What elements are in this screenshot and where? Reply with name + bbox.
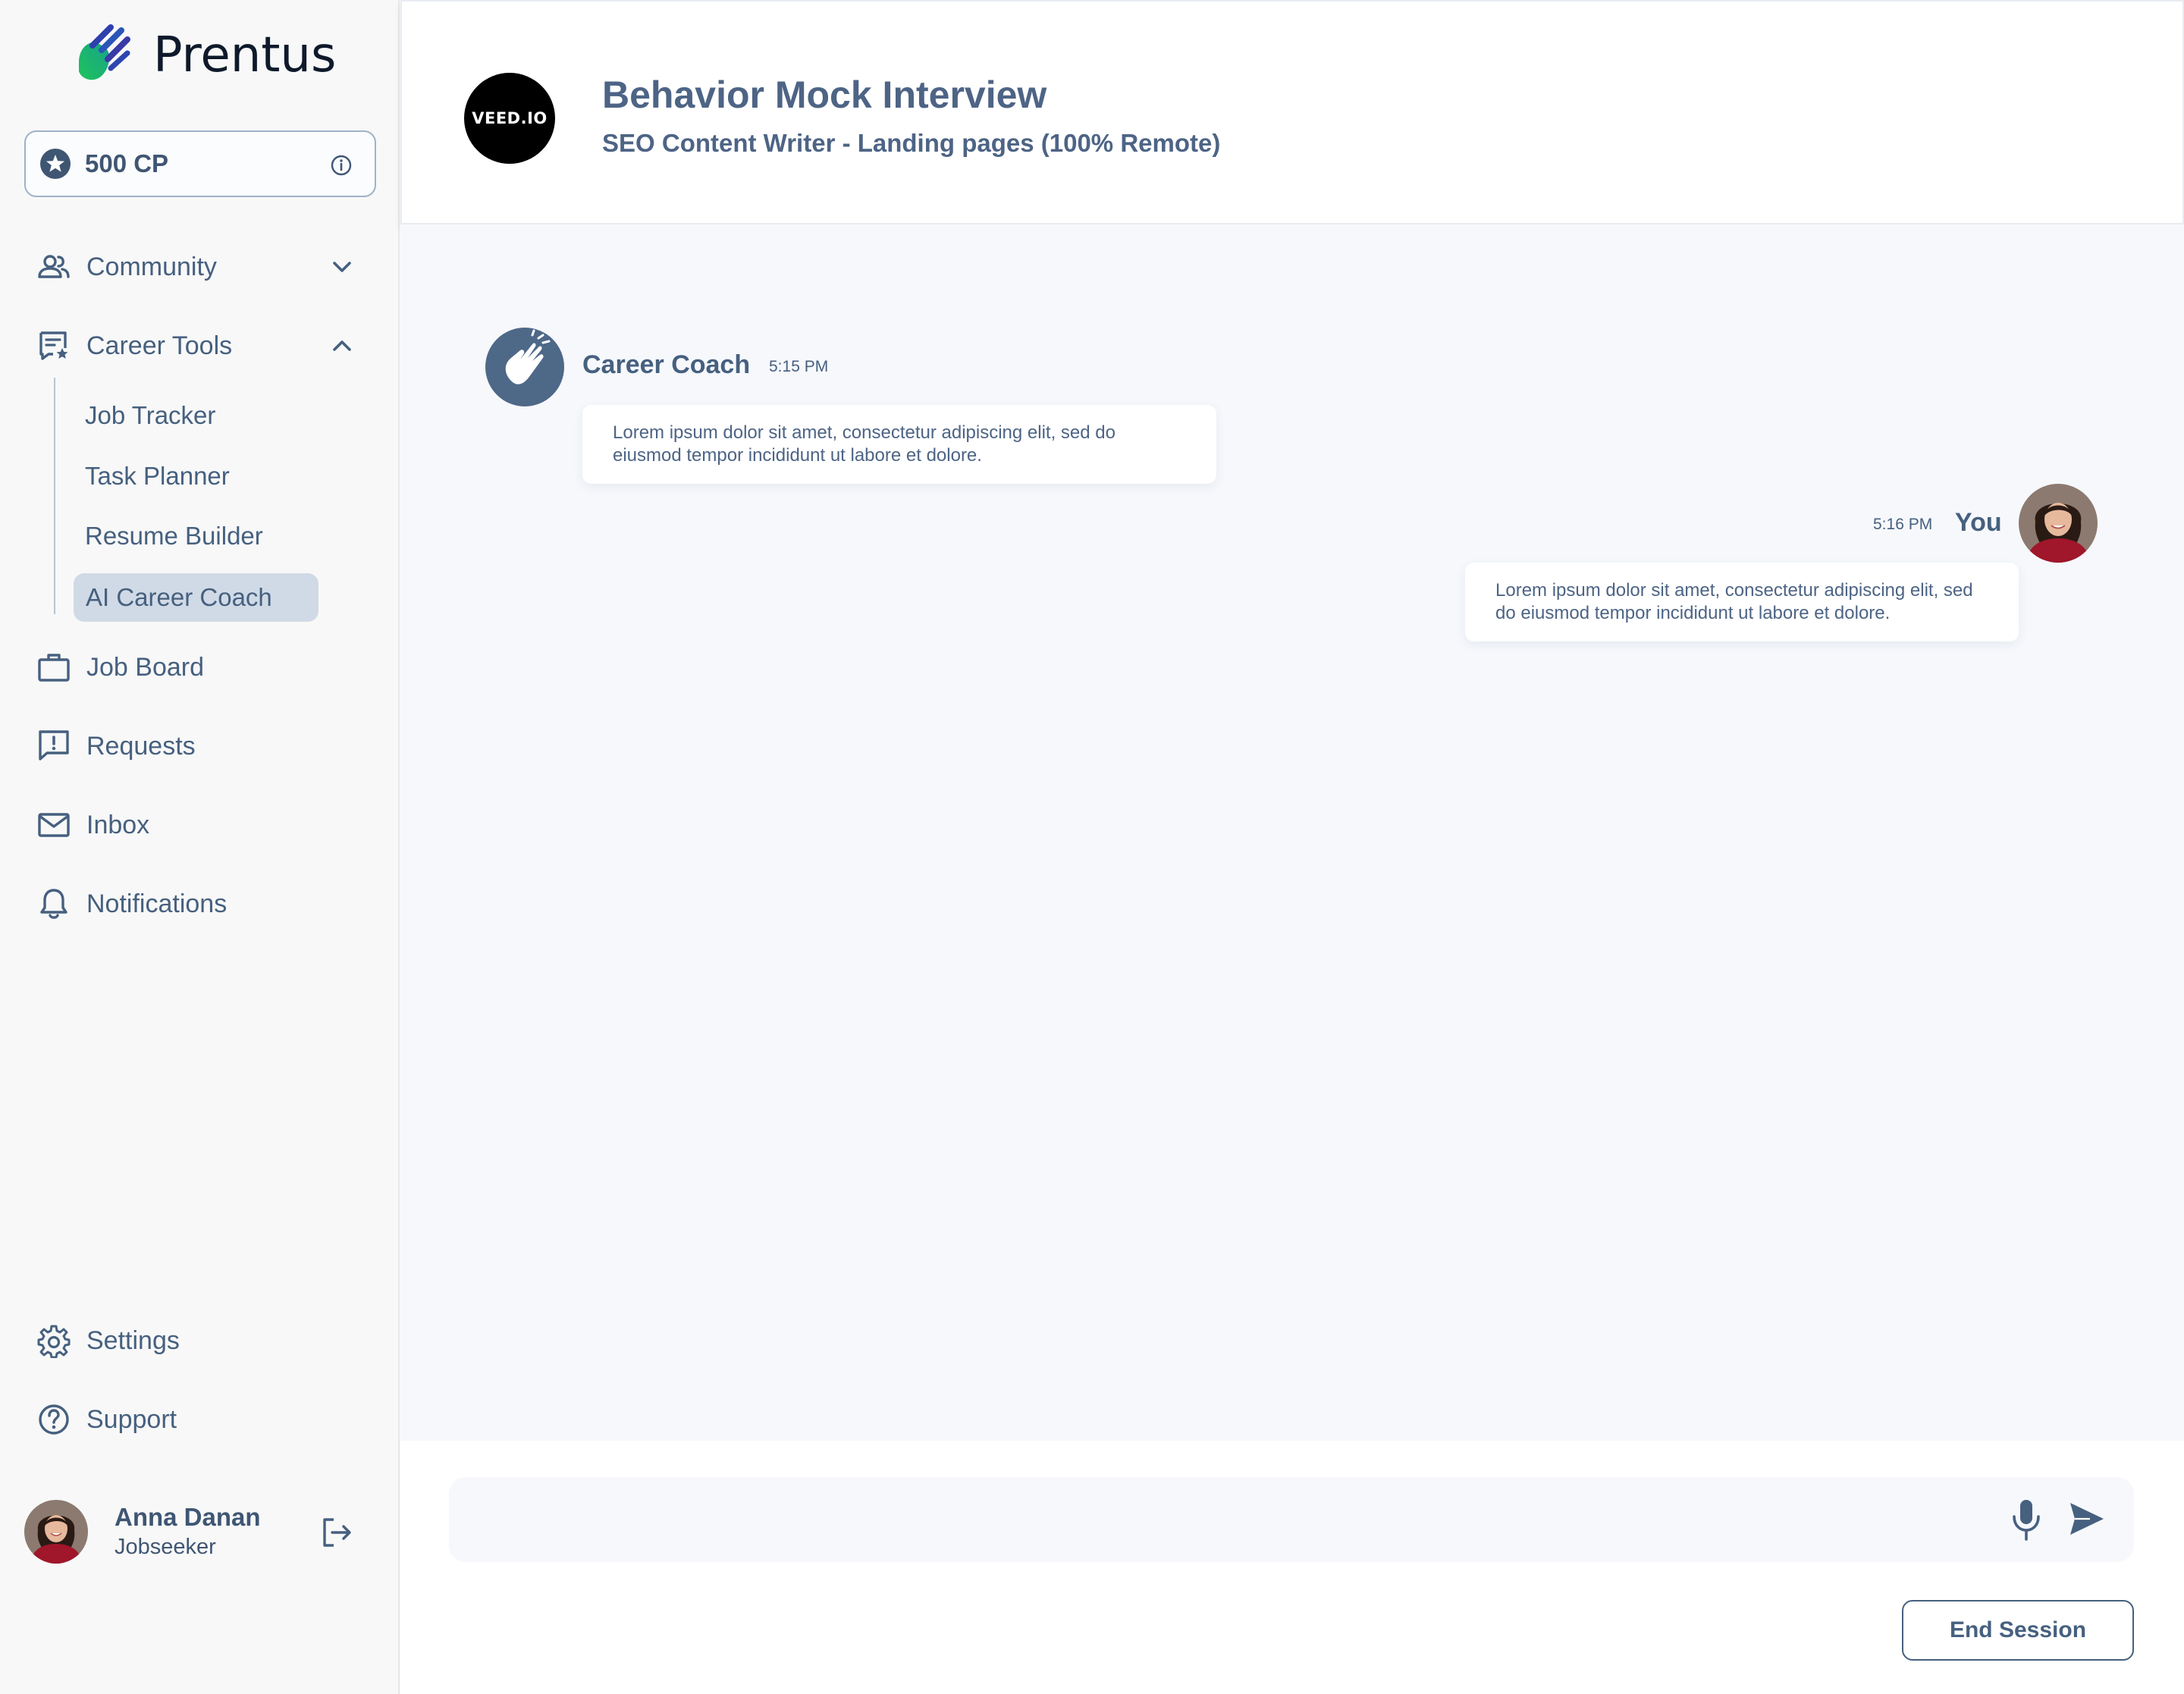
sidebar-item-notifications[interactable]: Notifications [36,881,227,927]
sidebar-item-label: Notifications [86,889,228,918]
sidebar-item-label: Settings [86,1325,180,1355]
job-subtitle: SEO Content Writer - Landing pages (100%… [602,129,1221,157]
brand-name: Prentus [153,27,337,83]
logout-icon[interactable] [318,1515,353,1550]
sidebar-item-career-tools[interactable]: Career Tools [36,323,232,369]
message-timestamp: 5:16 PM [1873,516,1933,533]
brand-logo[interactable]: Prentus [71,23,336,88]
sidebar-item-job-board[interactable]: Job Board [36,645,204,690]
user-photo-icon [24,1500,88,1564]
message-sender: You [1955,508,2002,537]
sidebar-item-label: Requests [86,731,196,761]
sidebar-subitem-task-planner[interactable]: Task Planner [85,455,230,497]
career-points-badge[interactable]: 500 CP [24,130,376,197]
microphone-icon[interactable] [2010,1498,2043,1541]
user-avatar [2019,484,2098,563]
sidebar-item-community[interactable]: Community [36,244,217,290]
bell-icon [40,889,67,919]
sidebar-subitem-job-tracker[interactable]: Job Tracker [85,394,215,437]
career-points-value: 500 CP [85,149,169,177]
help-circle-icon [39,1404,69,1435]
sidebar-subitem-ai-career-coach[interactable]: AI Career Coach [74,573,318,622]
waving-hand-icon [505,329,551,384]
info-icon[interactable] [329,153,353,177]
sidebar-subitem-resume-builder[interactable]: Resume Builder [85,515,263,557]
message-bubble-coach: Lorem ipsum dolor sit amet, consectetur … [582,405,1216,484]
sidebar: Prentus 500 CP Community Career Tools Jo… [0,0,400,1694]
send-icon[interactable] [2067,1500,2105,1538]
interview-header: VEED.IO Behavior Mock Interview SEO Cont… [400,0,2184,224]
sidebar-item-support[interactable]: Support [36,1397,177,1442]
briefcase-icon [38,654,70,682]
submenu-divider [54,378,55,614]
sidebar-item-label: Support [86,1404,177,1434]
chevron-down-icon[interactable] [328,253,356,281]
sidebar-item-inbox[interactable]: Inbox [36,802,149,848]
end-session-button[interactable]: End Session [1902,1600,2134,1661]
chevron-up-icon[interactable] [328,331,356,360]
sidebar-item-settings[interactable]: Settings [36,1318,180,1363]
message-input[interactable] [449,1477,2134,1562]
message-bubble-you: Lorem ipsum dolor sit amet, consectetur … [1465,563,2019,642]
sidebar-item-label: Community [86,252,217,281]
prentus-logo-icon [79,24,130,80]
sidebar-item-label: Career Tools [86,331,233,360]
message-timestamp: 5:15 PM [769,358,829,375]
star-badge-icon [40,149,71,179]
user-name: Anna Danan [115,1503,261,1531]
request-alert-icon [39,730,69,761]
coach-avatar [485,328,564,406]
sidebar-item-requests[interactable]: Requests [36,723,196,769]
user-photo-icon [2019,484,2098,563]
mail-icon [38,813,70,837]
user-avatar[interactable] [24,1500,88,1564]
company-logo: VEED.IO [464,73,555,164]
career-tools-icon [39,331,68,360]
sidebar-item-label: Job Board [86,652,204,682]
user-role: Jobseeker [115,1535,216,1559]
gear-icon [37,1325,71,1358]
users-icon [38,255,70,278]
message-sender: Career Coach [582,350,751,379]
sidebar-item-label: Inbox [86,810,150,839]
page-title: Behavior Mock Interview [602,74,1047,116]
